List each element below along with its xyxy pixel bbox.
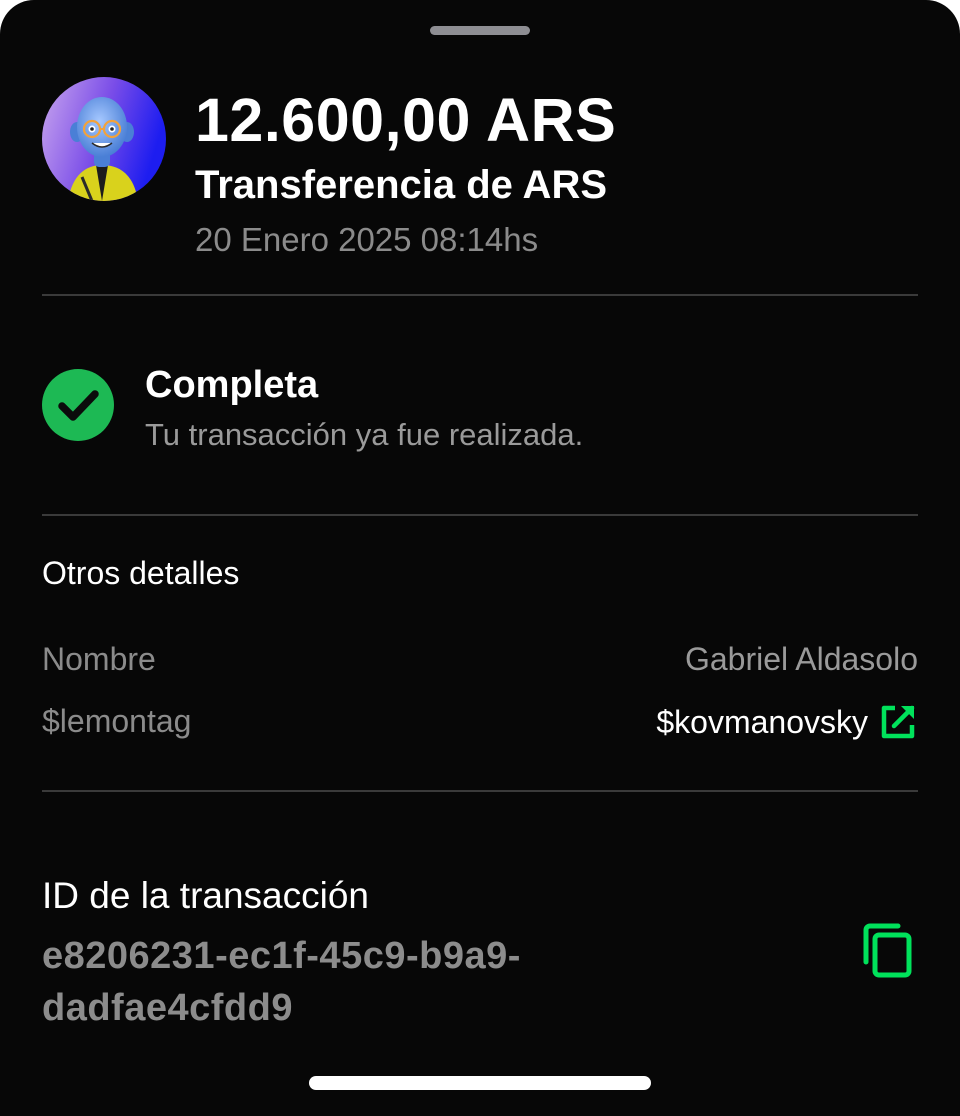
lemontag-link[interactable]: $kovmanovsky <box>656 700 918 744</box>
external-link-icon[interactable] <box>878 702 918 742</box>
transaction-id-value: e8206231-ec1f-45c9-b9a9- dadfae4cfdd9 <box>42 930 742 1034</box>
divider <box>42 790 918 792</box>
transaction-detail-sheet: 12.600,00 ARS Transferencia de ARS 20 En… <box>0 0 960 1116</box>
transaction-amount: 12.600,00 ARS <box>195 86 617 154</box>
transaction-id-line-2: dadfae4cfdd9 <box>42 987 293 1029</box>
divider <box>42 514 918 516</box>
home-indicator <box>309 1076 651 1090</box>
divider <box>42 294 918 296</box>
name-value: Gabriel Aldasolo <box>684 641 918 677</box>
avatar <box>42 77 166 201</box>
transaction-id-label: ID de la transacción <box>42 875 370 916</box>
copy-icon[interactable] <box>858 920 918 980</box>
transaction-date: 20 Enero 2025 08:14hs <box>195 221 539 258</box>
sheet-grabber[interactable] <box>430 26 530 35</box>
lemontag-label: $lemontag <box>42 703 192 739</box>
name-label: Nombre <box>42 641 156 677</box>
check-circle-icon <box>42 369 114 441</box>
transaction-type: Transferencia de ARS <box>195 163 608 207</box>
lemontag-value[interactable]: $kovmanovsky <box>656 701 868 743</box>
status-subtitle: Tu transacción ya fue realizada. <box>145 417 584 452</box>
transaction-id-line-1: e8206231-ec1f-45c9-b9a9- <box>42 935 521 977</box>
status-title: Completa <box>145 364 319 406</box>
details-section-title: Otros detalles <box>42 555 240 591</box>
